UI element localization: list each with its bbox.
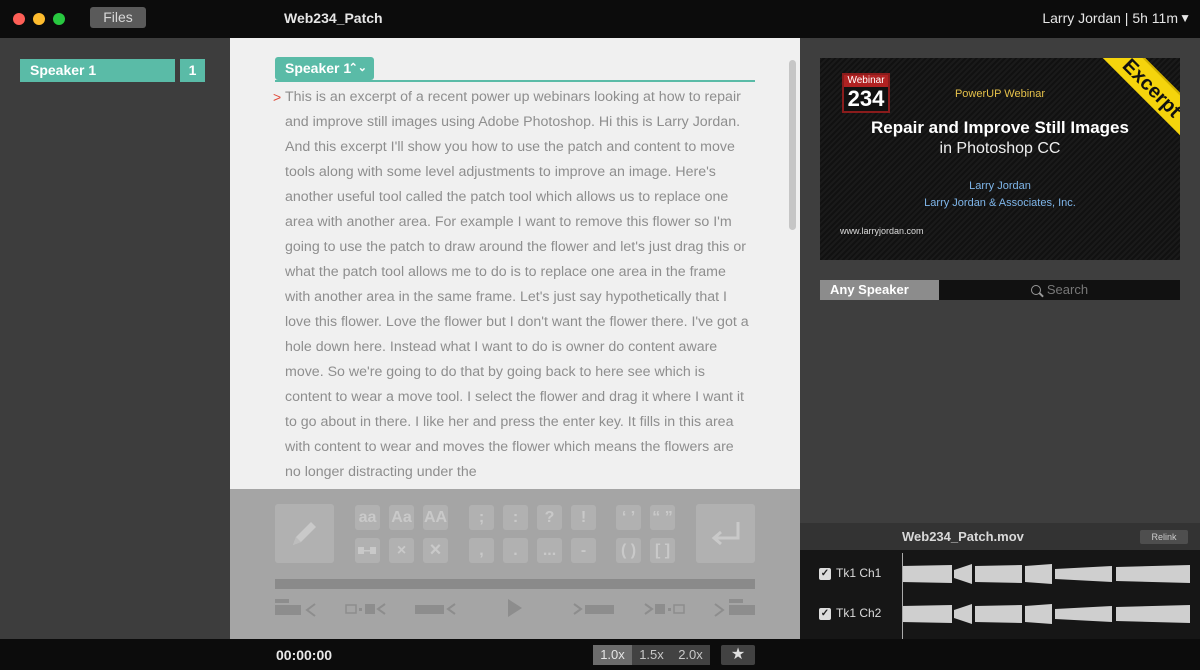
exclamation-button[interactable]: ! — [571, 505, 596, 530]
video-url: www.larryjordan.com — [840, 226, 924, 236]
comma-button[interactable]: , — [469, 538, 494, 563]
lowercase-button[interactable]: aa — [355, 505, 380, 530]
search-placeholder: Search — [1046, 282, 1089, 297]
uppercase-button[interactable]: AA — [423, 505, 448, 530]
video-series: PowerUP Webinar — [954, 88, 1046, 100]
speed-1x-button[interactable]: 1.0x — [593, 645, 632, 665]
speaker-filter-dropdown[interactable]: Any Speaker — [820, 280, 939, 300]
document-title: Web234_Patch — [284, 10, 383, 26]
previous-sentence-icon[interactable] — [415, 597, 457, 619]
speaker-sidebar: Speaker 1 1 — [0, 38, 230, 639]
transcript-scrollbar[interactable] — [789, 60, 796, 230]
colon-button[interactable]: : — [503, 505, 528, 530]
dropdown-triangle-icon[interactable]: ▼ — [1179, 11, 1191, 25]
audio-header: Web234_Patch.mov Relink — [800, 523, 1200, 550]
period-button[interactable]: . — [503, 538, 528, 563]
speaker-underline — [275, 80, 755, 82]
audio-playhead[interactable] — [902, 553, 903, 639]
zoom-window-button[interactable] — [53, 13, 65, 25]
titlecase-button[interactable]: Aa — [389, 505, 414, 530]
sidebar-item-speaker-1[interactable]: Speaker 1 — [20, 59, 175, 82]
track-1-waveform[interactable] — [902, 560, 1190, 588]
edit-toolbar: aa Aa AA × × ; : ? ! , . ... - ‘ ’ “ ” (… — [230, 489, 800, 639]
files-button[interactable]: Files — [90, 7, 146, 28]
video-company: Larry Jordan & Associates, Inc. — [924, 197, 1076, 209]
playback-progress-bar[interactable] — [275, 579, 755, 589]
up-down-chevron-icon: ⌃⌄ — [348, 62, 367, 74]
next-word-icon[interactable] — [643, 597, 685, 619]
minimize-window-button[interactable] — [33, 13, 45, 25]
previous-word-icon[interactable] — [345, 597, 387, 619]
star-icon[interactable]: ★ — [721, 645, 755, 665]
track-2-label: Tk1 Ch2 — [836, 606, 882, 620]
return-icon[interactable] — [696, 504, 755, 563]
pencil-icon[interactable] — [275, 504, 334, 563]
speaker-selector-label: Speaker 1 — [285, 60, 352, 76]
ellipsis-button[interactable]: ... — [537, 538, 562, 563]
merge-icon[interactable] — [355, 538, 380, 563]
video-title: Repair and Improve Still Images — [871, 118, 1129, 137]
audio-filename: Web234_Patch.mov — [902, 529, 1024, 544]
track-1-label: Tk1 Ch1 — [836, 566, 882, 580]
dash-button[interactable]: - — [571, 538, 596, 563]
relink-button[interactable]: Relink — [1140, 530, 1188, 544]
app-window: Files Web234_Patch Larry Jordan | 5h 11m… — [0, 0, 1200, 670]
next-speaker-icon[interactable] — [713, 597, 755, 619]
question-button[interactable]: ? — [537, 505, 562, 530]
parentheses-button[interactable]: ( ) — [616, 538, 641, 563]
timecode-display: 00:00:00 — [276, 647, 333, 663]
speaker-count-badge: 1 — [180, 59, 205, 82]
previous-speaker-icon[interactable] — [275, 597, 317, 619]
play-icon[interactable] — [506, 597, 524, 619]
current-paragraph-marker: > — [273, 89, 282, 105]
semicolon-button[interactable]: ; — [469, 505, 494, 530]
transcript-panel[interactable]: Speaker 1 ⌃⌄ > This is an excerpt of a r… — [230, 38, 800, 489]
search-input[interactable]: Search — [939, 280, 1180, 300]
track-1-checkbox[interactable]: ✓ — [819, 568, 831, 580]
transcript-text[interactable]: This is an excerpt of a recent power up … — [285, 85, 750, 485]
audio-tracks-panel: Web234_Patch.mov Relink ✓ Tk1 Ch1 ✓ Tk1 … — [800, 523, 1200, 639]
title-bar: Files Web234_Patch Larry Jordan | 5h 11m… — [0, 0, 1200, 38]
double-quotes-button[interactable]: “ ” — [650, 505, 675, 530]
bottom-bar: 00:00:00 1.0x 1.5x 2.0x ★ — [0, 639, 1200, 670]
brackets-button[interactable]: [ ] — [650, 538, 675, 563]
video-presenter: Larry Jordan — [969, 180, 1031, 192]
single-quotes-button[interactable]: ‘ ’ — [616, 505, 641, 530]
speaker-selector[interactable]: Speaker 1 ⌃⌄ — [275, 57, 374, 80]
delete-all-icon[interactable]: × — [423, 538, 448, 563]
speed-2x-button[interactable]: 2.0x — [671, 645, 710, 665]
speed-1-5x-button[interactable]: 1.5x — [632, 645, 671, 665]
delete-word-icon[interactable]: × — [389, 538, 414, 563]
user-menu[interactable]: Larry Jordan | 5h 11m — [1042, 10, 1178, 26]
next-sentence-icon[interactable] — [572, 597, 614, 619]
video-subtitle: in Photoshop CC — [939, 140, 1061, 157]
media-panel: Webinar 234 Excerpt PowerUP Webinar Repa… — [800, 38, 1200, 523]
track-2-checkbox[interactable]: ✓ — [819, 608, 831, 620]
track-2-waveform[interactable] — [902, 600, 1190, 628]
close-window-button[interactable] — [13, 13, 25, 25]
video-preview[interactable]: Webinar 234 Excerpt PowerUP Webinar Repa… — [820, 58, 1180, 260]
search-icon — [1030, 285, 1041, 295]
